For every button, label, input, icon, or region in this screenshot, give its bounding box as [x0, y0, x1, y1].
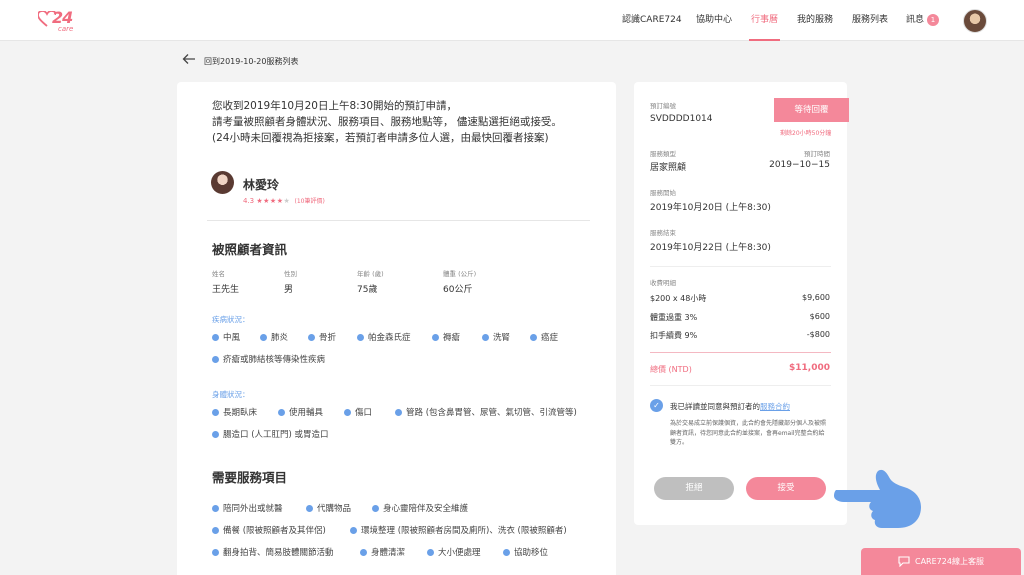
disease-tag: 中風 [212, 331, 240, 343]
service-tag: 代購物品 [306, 502, 351, 514]
rating-score: 4.3 [243, 197, 255, 205]
disease-tag: 癌症 [530, 331, 558, 343]
top-header: 24 care 認識CARE724 協助中心 行事曆 我的服務 服務列表 訊息 … [0, 0, 1024, 41]
disease-label: 疾病狀況： [212, 315, 250, 324]
service-tag: 備餐 (限被照顧者及其伴侶) [212, 524, 326, 536]
body-condition-label: 身體狀況： [212, 390, 250, 399]
fee-label: $200 x 48小時 [650, 294, 707, 303]
disease-tag: 肺炎 [260, 331, 288, 343]
logo-care: care [58, 25, 74, 33]
total-value: $11,000 [789, 363, 830, 373]
requester-name: 林愛玲 [243, 178, 280, 192]
disease-tag: 疥瘡或肺結核等傳染性疾病 [212, 353, 325, 365]
star-rating-icon: ★★★★★ [256, 197, 291, 205]
disease-tag: 帕金森氏症 [357, 331, 411, 343]
body-condition-tag: 傷口 [344, 406, 372, 418]
service-start: 2019年10月20日 (上午8:30) [650, 203, 771, 213]
intro-line-3: (24小時未回覆視為拒接案，若預訂者申請多位人選，由最快回覆者接案) [212, 132, 549, 144]
countdown-text: 剩餘20小時50分鐘 [780, 130, 832, 137]
reject-button[interactable]: 拒絕 [654, 477, 734, 500]
logo[interactable]: 24 care [38, 8, 78, 34]
nav-my-services[interactable]: 我的服務 [797, 0, 833, 41]
service-tag: 環境整理 (限被照顧者房間及廁所)、洗衣 (限被照顧者) [350, 524, 567, 536]
booking-intro: 您收到2019年10月20日上午8:30開始的預訂申請， 請考量被照顧者身體狀況… [212, 98, 562, 146]
disease-tag: 洗腎 [482, 331, 510, 343]
service-start-label: 服務開始 [650, 189, 676, 197]
divider [650, 352, 831, 353]
service-end-label: 服務結束 [650, 229, 676, 237]
nav-service-list[interactable]: 服務列表 [852, 0, 888, 41]
body-condition-tag: 管路 (包含鼻胃管、尿管、氣切管、引流管等) [395, 406, 577, 418]
chat-bubble-icon [898, 556, 910, 567]
back-link[interactable]: 回到2019-10-20服務列表 [204, 56, 299, 67]
fee-value: $600 [809, 312, 830, 321]
contract-link[interactable]: 服務合約 [760, 402, 790, 411]
divider [207, 220, 590, 221]
service-tag: 身體清潔 [360, 546, 405, 558]
field-label-age: 年齡 (歲) [357, 270, 384, 278]
back-arrow-icon[interactable] [182, 53, 196, 65]
service-end: 2019年10月22日 (上午8:30) [650, 243, 771, 253]
pointing-hand-icon [834, 469, 921, 528]
customer-service-label: CARE724線上客服 [915, 557, 984, 566]
message-count-badge: 1 [927, 14, 939, 26]
booking-date: 2019−10−15 [769, 160, 830, 170]
field-label-weight: 體重 (公斤) [443, 270, 477, 278]
service-type: 居家照顧 [650, 163, 687, 173]
intro-line-2: 請考量被照顧者身體狀況、服務項目、服務地點等， 儘速點選拒絕或接受。 [212, 116, 562, 128]
fee-title: 收費明細 [650, 279, 676, 287]
service-tag: 翻身拍背、簡易肢體關節活動 [212, 546, 334, 558]
nav-help[interactable]: 協助中心 [696, 0, 732, 41]
customer-service-button[interactable]: CARE724線上客服 [861, 548, 1021, 575]
status-badge: 等待回覆 [774, 98, 849, 122]
field-label-gender: 性別 [284, 270, 297, 278]
review-count: (10筆評價) [294, 198, 325, 205]
agree-text: 我已詳讀並同意與預訂者的服務合約 [670, 401, 790, 412]
booking-date-label: 預訂時間 [804, 150, 830, 158]
service-tag: 大小便處理 [427, 546, 481, 558]
agree-checkbox-icon[interactable]: ✓ [650, 399, 663, 412]
disease-tag: 褥瘡 [432, 331, 460, 343]
service-tag: 協助移位 [503, 546, 548, 558]
nav-calendar[interactable]: 行事曆 [748, 0, 781, 41]
nav-messages[interactable]: 訊息 [906, 0, 924, 41]
field-value-gender: 男 [284, 285, 294, 295]
divider [650, 266, 831, 267]
field-label-name: 姓名 [212, 270, 225, 278]
fee-label: 扣手續費 9% [650, 331, 698, 340]
body-condition-tag: 使用輔具 [278, 406, 323, 418]
intro-line-1: 您收到2019年10月20日上午8:30開始的預訂申請， [212, 100, 458, 112]
body-condition-tag: 長期臥床 [212, 406, 257, 418]
user-avatar[interactable] [963, 9, 987, 33]
care-recipient-title: 被照顧者資訊 [212, 242, 288, 257]
field-value-age: 75歲 [357, 285, 378, 295]
body-condition-tag: 腸造口 (人工肛門) 或胃造口 [212, 428, 329, 440]
field-value-name: 王先生 [212, 285, 240, 295]
fee-label: 體重過重 3% [650, 313, 698, 322]
requester-rating: 4.3 ★★★★★ (10筆評價) [243, 196, 325, 205]
agree-note: 為於交易成立前保護個資，此合約會先隱藏部分個人及被照顧者資訊，待您同意此合約並接… [670, 420, 827, 446]
order-id: SVDDDD1014 [650, 114, 713, 124]
disease-tag: 骨折 [308, 331, 336, 343]
order-id-label: 預訂編號 [650, 102, 676, 110]
total-label: 總價 (NTD) [650, 365, 692, 374]
divider [650, 385, 831, 386]
nav-about[interactable]: 認識CARE724 [622, 0, 682, 41]
service-tag: 身心靈陪伴及安全維護 [372, 502, 468, 514]
fee-value: -$800 [806, 330, 830, 339]
accept-button[interactable]: 接受 [746, 477, 826, 500]
service-type-label: 服務類型 [650, 150, 676, 158]
fee-value: $9,600 [802, 293, 830, 302]
service-tag: 陪同外出或就醫 [212, 502, 283, 514]
requester-avatar [211, 171, 234, 194]
field-value-weight: 60公斤 [443, 285, 473, 295]
services-title: 需要服務項目 [212, 470, 288, 485]
agree-label: 我已詳讀並同意與預訂者的 [670, 402, 760, 411]
